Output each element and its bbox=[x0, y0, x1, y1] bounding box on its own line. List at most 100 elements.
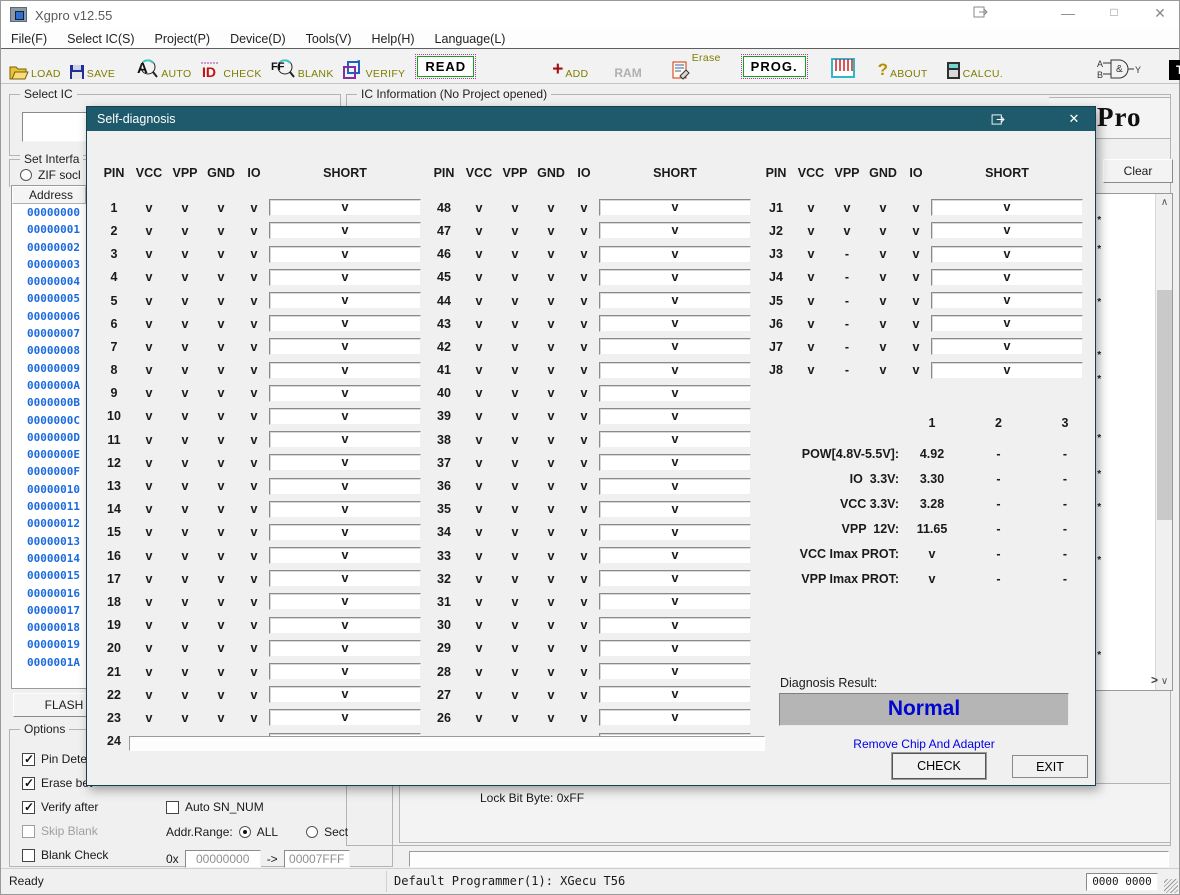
short-status-field[interactable]: v bbox=[269, 709, 421, 726]
short-status-field[interactable]: v bbox=[269, 338, 421, 355]
menu-language[interactable]: Language(L) bbox=[425, 32, 516, 46]
short-status-field[interactable]: v bbox=[269, 408, 421, 425]
short-status-field[interactable]: v bbox=[931, 246, 1083, 263]
short-status-field[interactable]: v bbox=[269, 524, 421, 541]
save-button[interactable]: SAVE bbox=[69, 52, 115, 80]
hscroll-right-icon[interactable]: > bbox=[1151, 673, 1158, 687]
clear-button[interactable]: Clear bbox=[1103, 159, 1173, 183]
short-status-field[interactable]: v bbox=[931, 362, 1083, 379]
short-status-field[interactable]: v bbox=[269, 454, 421, 471]
address-row[interactable]: 0000000C bbox=[12, 412, 86, 429]
address-row[interactable]: 0000000D bbox=[12, 429, 86, 446]
short-status-field[interactable]: v bbox=[599, 199, 751, 216]
short-status-field[interactable]: v bbox=[269, 501, 421, 518]
menu-select-ic[interactable]: Select IC(S) bbox=[57, 32, 144, 46]
short-status-field[interactable]: v bbox=[599, 617, 751, 634]
logic-gate-button[interactable]: AB & Y bbox=[1097, 52, 1141, 80]
short-status-field[interactable]: v bbox=[269, 478, 421, 495]
address-row[interactable]: 0000000A bbox=[12, 377, 86, 394]
address-column-header[interactable]: Address bbox=[12, 186, 86, 204]
check-button[interactable]: CHECK bbox=[892, 753, 986, 779]
address-row[interactable]: 00000007 bbox=[12, 325, 86, 342]
short-status-field[interactable]: v bbox=[269, 199, 421, 216]
short-status-field[interactable]: v bbox=[599, 663, 751, 680]
address-row[interactable]: 0000000F bbox=[12, 463, 86, 480]
address-row[interactable]: 00000003 bbox=[12, 256, 86, 273]
auto-sn-checkbox[interactable]: Auto SN_NUM bbox=[166, 800, 264, 814]
address-row[interactable]: 00000008 bbox=[12, 342, 86, 359]
check-id-button[interactable]: ID CHECK bbox=[199, 52, 261, 80]
short-status-field[interactable]: v bbox=[599, 385, 751, 402]
address-row[interactable]: 00000006 bbox=[12, 308, 86, 325]
maximize-button[interactable]: □ bbox=[1099, 5, 1129, 19]
address-row[interactable]: 00000010 bbox=[12, 481, 86, 498]
option-checkbox-2[interactable]: Verify after bbox=[22, 800, 152, 814]
address-row[interactable]: 00000013 bbox=[12, 533, 86, 550]
menu-tools[interactable]: Tools(V) bbox=[296, 32, 362, 46]
menu-file[interactable]: File(F) bbox=[1, 32, 57, 46]
dialog-export-icon[interactable] bbox=[979, 107, 1017, 131]
short-status-field[interactable]: v bbox=[599, 222, 751, 239]
address-row[interactable]: 00000011 bbox=[12, 498, 86, 515]
short-status-field[interactable]: v bbox=[931, 269, 1083, 286]
short-status-field[interactable]: v bbox=[269, 222, 421, 239]
short-status-field[interactable]: v bbox=[599, 246, 751, 263]
flash-tab-button[interactable]: FLASH bbox=[13, 693, 87, 717]
option-checkbox-3[interactable]: Skip Blank bbox=[22, 824, 152, 838]
range-from-field[interactable]: 00000000 bbox=[185, 850, 261, 868]
menu-project[interactable]: Project(P) bbox=[145, 32, 221, 46]
exit-button[interactable]: EXIT bbox=[1012, 755, 1088, 778]
zif-socket-radio[interactable]: ZIF socl bbox=[20, 168, 81, 182]
short-status-field[interactable]: v bbox=[269, 593, 421, 610]
short-status-field[interactable]: v bbox=[931, 199, 1083, 216]
range-to-field[interactable]: 00007FFF bbox=[284, 850, 350, 868]
close-button[interactable]: ✕ bbox=[1145, 5, 1175, 22]
calcu-button[interactable]: CALCU. bbox=[946, 52, 1003, 80]
address-row[interactable]: 00000018 bbox=[12, 619, 86, 636]
short-status-field[interactable]: v bbox=[599, 315, 751, 332]
dialog-close-icon[interactable]: ✕ bbox=[1055, 107, 1093, 131]
short-status-field[interactable]: v bbox=[269, 246, 421, 263]
short-status-field[interactable]: v bbox=[269, 640, 421, 657]
menu-help[interactable]: Help(H) bbox=[361, 32, 424, 46]
export-window-icon[interactable] bbox=[966, 5, 996, 21]
short-status-field[interactable]: v bbox=[269, 362, 421, 379]
minimize-button[interactable]: — bbox=[1053, 5, 1083, 21]
prog-button[interactable]: PROG. bbox=[741, 54, 808, 79]
short-status-field[interactable]: v bbox=[269, 315, 421, 332]
blank-check-button[interactable]: FF BLANK bbox=[270, 52, 334, 80]
address-row[interactable]: 00000014 bbox=[12, 550, 86, 567]
address-row[interactable]: 00000009 bbox=[12, 360, 86, 377]
scroll-down-icon[interactable]: ∨ bbox=[1156, 673, 1173, 690]
about-button[interactable]: ? ABOUT bbox=[878, 52, 928, 80]
short-status-field[interactable]: v bbox=[599, 269, 751, 286]
short-status-field[interactable]: v bbox=[269, 431, 421, 448]
short-status-field[interactable]: v bbox=[599, 362, 751, 379]
address-list-body[interactable]: 0000000000000001000000020000000300000004… bbox=[12, 204, 86, 688]
address-row[interactable]: 00000016 bbox=[12, 585, 86, 602]
address-row[interactable]: 0000001A bbox=[12, 654, 86, 671]
verify-button[interactable]: VERIFY bbox=[342, 52, 406, 80]
short-status-field[interactable]: v bbox=[269, 292, 421, 309]
load-button[interactable]: LOAD bbox=[9, 52, 61, 80]
short-status-field[interactable]: v bbox=[931, 292, 1083, 309]
resize-grip[interactable] bbox=[1164, 879, 1178, 893]
address-row[interactable]: 0000000B bbox=[12, 394, 86, 411]
short-status-field[interactable]: v bbox=[599, 709, 751, 726]
short-status-field[interactable]: v bbox=[599, 593, 751, 610]
auto-button[interactable]: A AUTO bbox=[135, 52, 191, 80]
address-row[interactable]: 00000002 bbox=[12, 239, 86, 256]
scroll-thumb[interactable] bbox=[1157, 290, 1172, 520]
erase-button[interactable]: Erase bbox=[672, 52, 721, 80]
radio-sect[interactable] bbox=[306, 826, 318, 838]
chip-test-button[interactable] bbox=[830, 52, 856, 80]
address-row[interactable]: 00000004 bbox=[12, 273, 86, 290]
address-row[interactable]: 0000000E bbox=[12, 446, 86, 463]
short-status-field[interactable]: v bbox=[599, 686, 751, 703]
address-row[interactable]: 00000012 bbox=[12, 515, 86, 532]
short-status-field[interactable]: v bbox=[269, 663, 421, 680]
short-status-field[interactable]: v bbox=[269, 570, 421, 587]
radio-all[interactable] bbox=[239, 826, 251, 838]
short-status-field[interactable]: v bbox=[599, 640, 751, 657]
short-status-field[interactable]: v bbox=[931, 315, 1083, 332]
